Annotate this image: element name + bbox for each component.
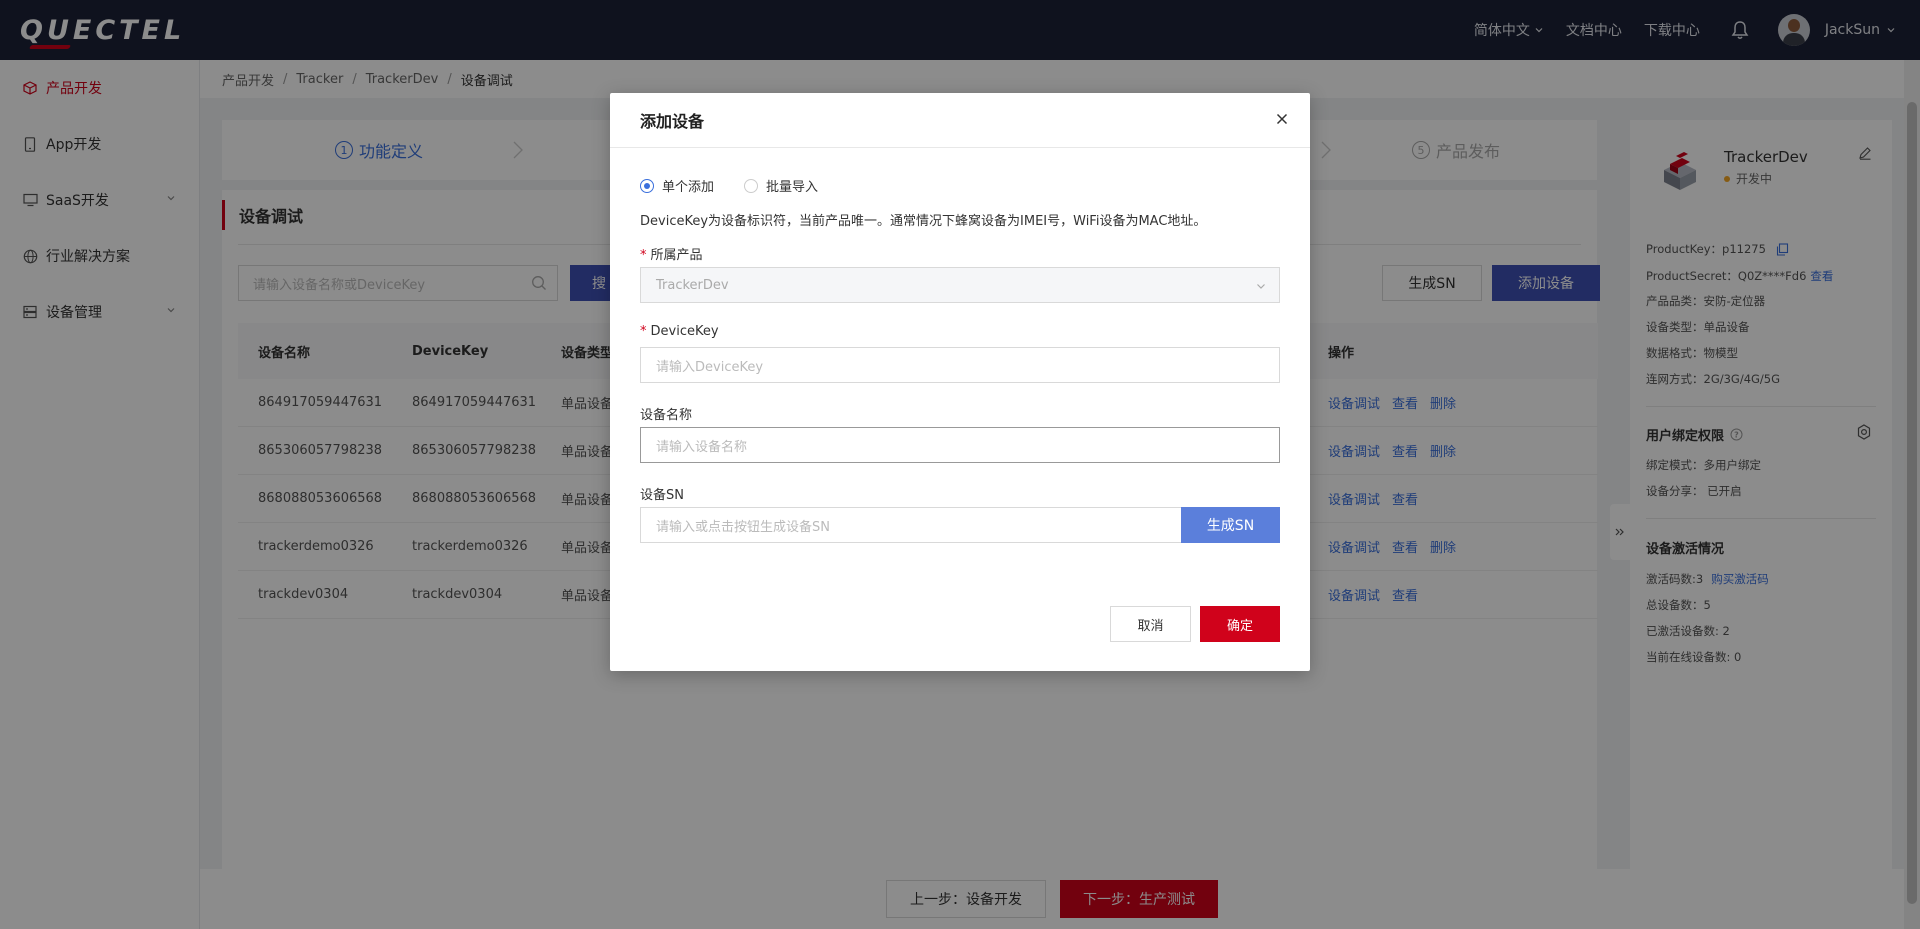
devicekey-placeholder: 请输入DeviceKey — [656, 359, 764, 375]
devicekey-description: DeviceKey为设备标识符，当前产品唯一。通常情况下蜂窝设备为IMEI号，W… — [640, 214, 1207, 229]
product-select-value: TrackerDev — [656, 277, 729, 293]
device-name-input[interactable]: 请输入设备名称 — [640, 427, 1280, 463]
confirm-button[interactable]: 确定 — [1200, 606, 1280, 642]
device-name-placeholder: 请输入设备名称 — [656, 439, 748, 455]
cancel-button[interactable]: 取消 — [1110, 606, 1191, 642]
radio-label: 批量导入 — [766, 180, 819, 195]
label-text: DeviceKey — [650, 324, 719, 339]
devicekey-input[interactable]: 请输入DeviceKey — [640, 347, 1280, 383]
device-sn-label: 设备SN — [640, 488, 684, 503]
device-name-label: 设备名称 — [640, 408, 693, 423]
device-sn-input[interactable]: 请输入或点击按钮生成设备SN — [640, 507, 1182, 543]
add-device-dialog: 添加设备 单个添加 批量导入 DeviceKey为设备标识符，当前产品唯一。通常… — [610, 93, 1310, 671]
generate-sn-dialog-button[interactable]: 生成SN — [1181, 507, 1280, 543]
radio-circle-checked[interactable] — [640, 178, 654, 193]
product-select: TrackerDev — [640, 267, 1280, 303]
radio-label: 单个添加 — [662, 180, 715, 195]
label-text: 所属产品 — [650, 248, 703, 263]
radio-batch-import[interactable]: 批量导入 — [744, 176, 818, 195]
product-field-label: * 所属产品 — [640, 248, 703, 263]
radio-single-add[interactable]: 单个添加 — [640, 176, 714, 195]
close-icon[interactable] — [1272, 109, 1292, 129]
radio-circle[interactable] — [744, 178, 759, 193]
device-sn-placeholder: 请输入或点击按钮生成设备SN — [656, 519, 830, 535]
dialog-title: 添加设备 — [640, 112, 705, 131]
chevron-down-icon — [1257, 284, 1265, 289]
add-mode-radio-group: 单个添加 批量导入 — [640, 176, 848, 195]
dialog-header: 添加设备 — [610, 93, 1310, 148]
devicekey-field-label: * DeviceKey — [640, 324, 719, 339]
